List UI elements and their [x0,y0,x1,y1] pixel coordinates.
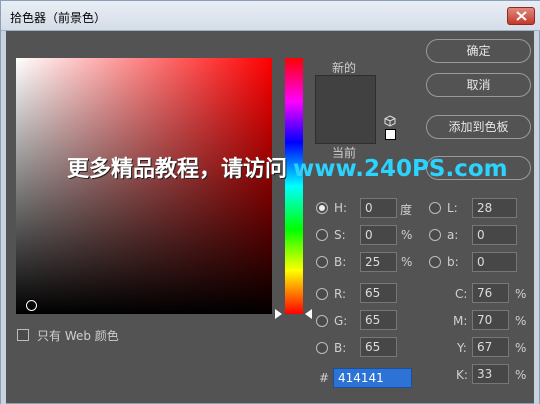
a-label: a: [447,228,459,242]
rgb-b-label: B: [334,341,347,355]
g-field[interactable]: 65 [360,310,397,330]
y-field[interactable]: 67 [472,337,509,357]
h-label: H: [334,201,348,215]
k-label: K: [456,368,468,382]
g-label: G: [334,314,348,328]
hex-label: # [319,371,330,385]
color-field-cursor[interactable] [26,300,37,311]
hue-slider[interactable] [285,58,303,314]
out-of-gamut-cube-icon[interactable] [384,115,396,127]
h-unit: 度 [400,203,413,217]
web-safe-color-box[interactable] [385,129,396,140]
k-field[interactable]: 33 [472,364,509,384]
watermark-text: 更多精品教程，请访问 [67,157,288,182]
y-label: Y: [457,341,467,355]
y-unit: % [515,341,527,355]
frame-left [1,31,6,404]
lab-b-radio[interactable] [429,256,441,268]
c-field[interactable]: 76 [472,283,509,303]
rgb-b-radio[interactable] [316,342,328,354]
h-radio[interactable] [316,202,328,214]
a-radio[interactable] [429,229,441,241]
r-field[interactable]: 65 [360,283,397,303]
web-colors-only-checkbox[interactable] [17,329,29,341]
hex-field[interactable]: 414141 [333,368,412,388]
frame-right [534,31,539,404]
c-unit: % [515,287,527,301]
r-radio[interactable] [316,288,328,300]
watermark: 更多精品教程，请访问 www.240PS.com [67,151,508,183]
k-unit: % [515,368,527,382]
hue-slider-handle-left[interactable] [275,309,282,319]
l-label: L: [447,201,458,215]
b-label: B: [334,255,347,269]
color-field[interactable] [16,58,272,314]
m-unit: % [515,314,527,328]
lab-b-field[interactable]: 0 [472,252,517,272]
ok-button[interactable]: 确定 [426,39,531,63]
new-color-label: 新的 [332,61,357,75]
b-radio[interactable] [316,256,328,268]
h-field[interactable]: 0 [360,198,397,218]
s-radio[interactable] [316,229,328,241]
hue-slider-handle-right[interactable] [305,309,312,319]
web-colors-only-label: 只有 Web 颜色 [37,329,119,343]
s-label: S: [334,228,346,242]
watermark-url: www.240PS.com [293,156,508,182]
l-radio[interactable] [429,202,441,214]
g-radio[interactable] [316,315,328,327]
add-to-swatches-button[interactable]: 添加到色板 [426,115,531,139]
c-label: C: [455,287,468,301]
close-button[interactable] [507,7,535,25]
color-picker-dialog: 拾色器（前景色） 新的 当前 确定 取消 添加到色板 更多精品教程，请访问 www… [0,0,540,404]
m-label: M: [453,314,468,328]
b-field[interactable]: 25 [360,252,397,272]
b-unit: % [401,255,413,269]
cancel-button[interactable]: 取消 [426,73,531,97]
new-color-swatch [315,75,376,144]
s-unit: % [401,228,413,242]
a-field[interactable]: 0 [472,225,517,245]
close-icon [516,11,527,21]
l-field[interactable]: 28 [472,198,517,218]
s-field[interactable]: 0 [360,225,397,245]
lab-b-label: b: [447,255,459,269]
title-bar[interactable]: 拾色器（前景色） [1,1,540,31]
m-field[interactable]: 70 [472,310,509,330]
window-title: 拾色器（前景色） [10,11,107,25]
rgb-b-field[interactable]: 65 [360,337,397,357]
r-label: R: [334,287,347,301]
